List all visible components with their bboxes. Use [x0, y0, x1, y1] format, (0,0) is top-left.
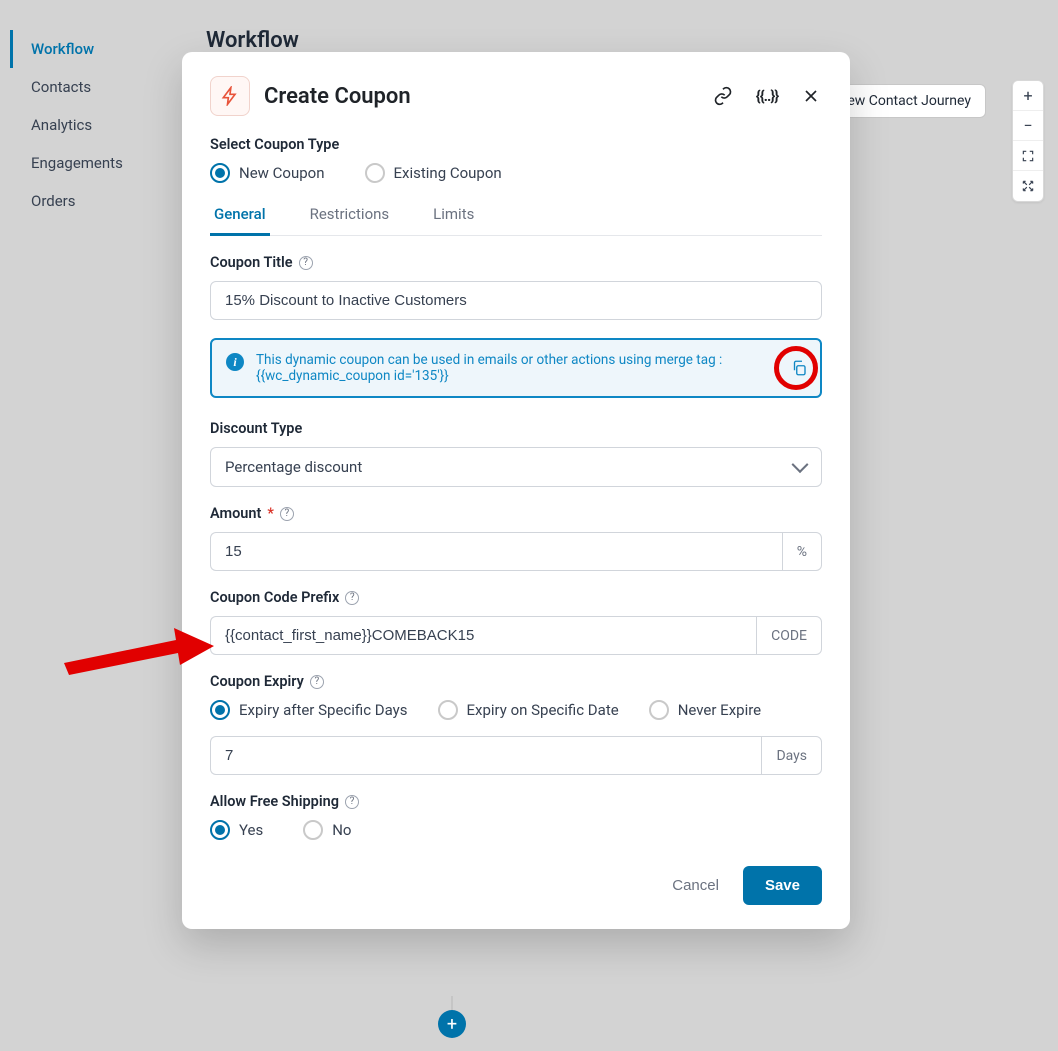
link-icon: [713, 86, 733, 106]
help-icon[interactable]: ?: [345, 591, 359, 605]
tab-general[interactable]: General: [210, 199, 270, 236]
radio-existing-coupon[interactable]: Existing Coupon: [365, 163, 502, 183]
info-line1: This dynamic coupon can be used in email…: [256, 352, 722, 368]
coupon-title-input[interactable]: [210, 281, 822, 320]
help-icon[interactable]: ?: [280, 507, 294, 521]
prefix-suffix: CODE: [756, 616, 822, 655]
coupon-prefix-label: Coupon Code Prefix ?: [210, 589, 822, 606]
contact-journey-button[interactable]: ew Contact Journey: [832, 84, 986, 118]
radio-label: Yes: [239, 821, 263, 839]
sidebar-label: Workflow: [31, 40, 94, 58]
radio-icon: [210, 820, 230, 840]
label-text: Coupon Title: [210, 254, 293, 271]
merge-tag-button[interactable]: {{..}}: [756, 85, 778, 107]
sidebar-item-workflow[interactable]: Workflow: [10, 30, 180, 68]
free-shipping-label: Allow Free Shipping ?: [210, 793, 822, 810]
copy-icon: [790, 359, 808, 377]
sidebar-label: Analytics: [31, 116, 92, 134]
expiry-days-input[interactable]: [210, 736, 761, 775]
discount-type-label: Discount Type: [210, 420, 822, 437]
add-step-button[interactable]: +: [438, 1010, 466, 1038]
label-text: Allow Free Shipping: [210, 793, 339, 810]
plus-icon: +: [1023, 86, 1032, 105]
expand-button[interactable]: [1013, 171, 1043, 201]
expand-icon: [1021, 179, 1035, 193]
info-line2: {{wc_dynamic_coupon id='135'}}: [256, 368, 449, 384]
modal-footer: Cancel Save: [210, 866, 822, 905]
radio-expiry-days[interactable]: Expiry after Specific Days: [210, 700, 408, 720]
radio-label: No: [332, 821, 351, 839]
plus-icon: +: [447, 1014, 457, 1035]
link-button[interactable]: [712, 85, 734, 107]
help-icon[interactable]: ?: [299, 256, 313, 270]
sidebar-item-orders[interactable]: Orders: [10, 182, 180, 220]
copy-merge-tag-button[interactable]: [788, 357, 810, 379]
help-icon[interactable]: ?: [345, 795, 359, 809]
label-text: Amount: [210, 505, 261, 522]
radio-free-ship-no[interactable]: No: [303, 820, 351, 840]
label-text: Coupon Expiry: [210, 673, 304, 690]
radio-label: Expiry on Specific Date: [467, 701, 619, 719]
radio-new-coupon[interactable]: New Coupon: [210, 163, 325, 183]
sidebar-label: Contacts: [31, 78, 91, 96]
amount-input[interactable]: [210, 532, 782, 571]
radio-icon: [210, 700, 230, 720]
modal-tabs: General Restrictions Limits: [210, 199, 822, 236]
amount-suffix: %: [782, 532, 822, 571]
modal-header: Create Coupon {{..}}: [210, 76, 822, 116]
minus-icon: −: [1023, 116, 1032, 135]
info-icon: i: [226, 353, 244, 371]
create-coupon-modal: Create Coupon {{..}} Select Coupon Type …: [182, 52, 850, 929]
coupon-lightning-icon: [210, 76, 250, 116]
tab-limits[interactable]: Limits: [429, 199, 478, 236]
radio-icon: [365, 163, 385, 183]
discount-type-select[interactable]: Percentage discount: [210, 447, 822, 487]
radio-label: Existing Coupon: [394, 164, 502, 182]
zoom-in-button[interactable]: +: [1013, 81, 1043, 111]
page-title: Workflow: [206, 28, 299, 53]
coupon-type-radios: New Coupon Existing Coupon: [210, 163, 822, 183]
coupon-expiry-label: Coupon Expiry ?: [210, 673, 822, 690]
sidebar-item-engagements[interactable]: Engagements: [10, 144, 180, 182]
select-value: Percentage discount: [225, 458, 362, 476]
radio-icon: [210, 163, 230, 183]
radio-label: Never Expire: [678, 701, 761, 719]
coupon-title-label: Coupon Title ?: [210, 254, 822, 271]
fullscreen-icon: [1021, 149, 1035, 163]
radio-free-ship-yes[interactable]: Yes: [210, 820, 263, 840]
help-icon[interactable]: ?: [310, 675, 324, 689]
modal-title: Create Coupon: [264, 84, 698, 109]
fullscreen-button[interactable]: [1013, 141, 1043, 171]
radio-expiry-date[interactable]: Expiry on Specific Date: [438, 700, 619, 720]
close-icon: [801, 86, 821, 106]
save-button[interactable]: Save: [743, 866, 822, 905]
cancel-button[interactable]: Cancel: [672, 877, 719, 894]
radio-icon: [438, 700, 458, 720]
modal-header-actions: {{..}}: [712, 85, 822, 107]
radio-icon: [303, 820, 323, 840]
sidebar-label: Orders: [31, 192, 76, 210]
radio-icon: [649, 700, 669, 720]
radio-expiry-never[interactable]: Never Expire: [649, 700, 761, 720]
merge-tag-info-banner: i This dynamic coupon can be used in ema…: [210, 338, 822, 398]
close-button[interactable]: [800, 85, 822, 107]
sidebar-label: Engagements: [31, 154, 123, 172]
expiry-suffix: Days: [761, 736, 822, 775]
sidebar-item-contacts[interactable]: Contacts: [10, 68, 180, 106]
zoom-controls: + −: [1012, 80, 1044, 202]
label-text: Coupon Code Prefix: [210, 589, 339, 606]
amount-label: Amount* ?: [210, 505, 822, 522]
select-coupon-type-label: Select Coupon Type: [210, 136, 822, 153]
sidebar: Workflow Contacts Analytics Engagements …: [10, 30, 180, 220]
tab-restrictions[interactable]: Restrictions: [306, 199, 394, 236]
zoom-out-button[interactable]: −: [1013, 111, 1043, 141]
radio-label: Expiry after Specific Days: [239, 701, 408, 719]
radio-label: New Coupon: [239, 164, 325, 182]
coupon-prefix-input[interactable]: [210, 616, 756, 655]
sidebar-item-analytics[interactable]: Analytics: [10, 106, 180, 144]
